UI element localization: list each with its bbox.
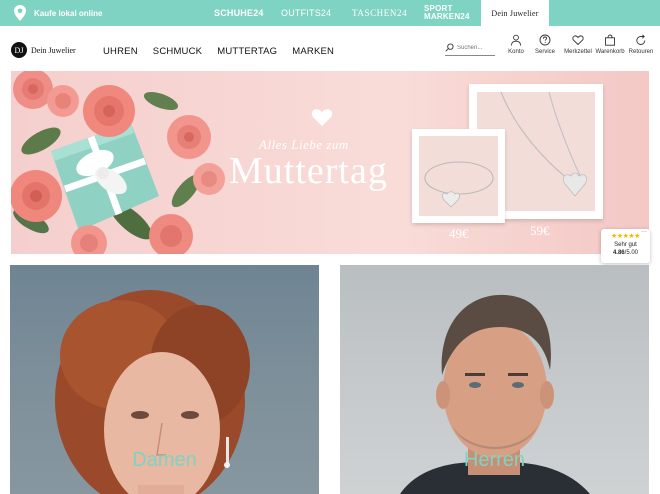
necklace-price: 59€ xyxy=(530,223,550,238)
brand-link-schuhe24[interactable]: SCHUHE24 xyxy=(214,0,264,26)
bracelet-frame-inner xyxy=(419,136,498,216)
top-brand-bar: Kaufe lokal online SCHUHE24 OUTFITS24 TA… xyxy=(0,0,660,26)
main-nav: UHREN SCHMUCK MUTTERTAG MARKEN xyxy=(103,46,334,57)
search-field[interactable] xyxy=(445,40,495,56)
brand-sport-line2: MARKEN24 xyxy=(424,12,470,21)
returns-label: Retouren xyxy=(628,49,654,55)
return-icon xyxy=(636,34,646,45)
brand-tab-dein-juwelier[interactable]: Dein Juwelier xyxy=(481,0,549,26)
roses-gift-illustration xyxy=(11,71,225,254)
account-button[interactable]: Konto xyxy=(501,34,531,55)
account-label: Konto xyxy=(508,49,524,55)
service-label: Service xyxy=(534,49,555,55)
hero-title: Muttertag xyxy=(229,150,388,192)
wishlist-label: Merkzettel xyxy=(564,49,592,55)
category-tile-damen[interactable]: Damen xyxy=(10,265,319,494)
search-input[interactable] xyxy=(457,44,493,51)
bag-icon xyxy=(605,34,615,46)
service-button[interactable]: Service xyxy=(530,34,560,55)
cart-label: Warenkorb xyxy=(595,49,625,55)
cart-button[interactable]: Warenkorb xyxy=(595,34,625,55)
brand-link-outfits24[interactable]: OUTFITS24 xyxy=(281,0,331,26)
brand-link-sportmarken24[interactable]: SPORT MARKEN24 xyxy=(424,0,470,26)
site-logo[interactable]: DJ Dein Juwelier xyxy=(11,42,76,58)
location-pin-icon xyxy=(14,5,26,21)
category-label-herren: Herren xyxy=(463,449,526,471)
returns-button[interactable]: Retouren xyxy=(626,34,656,55)
category-label-damen: Damen xyxy=(132,449,197,471)
nav-item-schmuck[interactable]: SCHMUCK xyxy=(153,46,202,57)
category-tile-herren[interactable]: Herren xyxy=(340,265,649,494)
heart-icon xyxy=(572,35,584,46)
rating-max: /5.00 xyxy=(624,250,639,256)
shop-local-label: Kaufe lokal online xyxy=(34,8,103,18)
main-header: DJ Dein Juwelier UHREN SCHMUCK MUTTERTAG… xyxy=(0,26,660,70)
rating-score: 4.86 xyxy=(612,250,625,256)
shop-local-link[interactable]: Kaufe lokal online xyxy=(14,4,102,22)
rating-grade: Sehr gut xyxy=(614,242,637,248)
wishlist-button[interactable]: Merkzettel xyxy=(563,34,593,55)
brand-link-taschen24[interactable]: TASCHEN24 xyxy=(352,0,407,26)
logo-text: Dein Juwelier xyxy=(31,45,76,55)
bracelet-price: 49€ xyxy=(449,226,469,241)
logo-mark: DJ xyxy=(11,42,27,58)
nav-item-uhren[interactable]: UHREN xyxy=(103,46,138,57)
user-icon xyxy=(511,34,521,46)
trusted-shops-rating-badge[interactable]: ··· ★★★★★ Sehr gut 4.86/5.00 xyxy=(601,229,650,263)
nav-item-muttertag[interactable]: MUTTERTAG xyxy=(217,46,277,57)
heart-icon xyxy=(311,109,333,126)
search-icon[interactable] xyxy=(445,43,454,52)
mothers-day-hero-banner[interactable]: Alles Liebe zum Muttertag 49€ 59€ xyxy=(11,71,649,254)
help-icon xyxy=(539,34,551,46)
heart-bracelet-image xyxy=(424,161,494,208)
rating-menu-icon[interactable]: ··· xyxy=(641,229,647,235)
nav-item-marken[interactable]: MARKEN xyxy=(292,46,334,57)
rating-score-line: 4.86/5.00 xyxy=(601,249,650,257)
bracelet-product-frame[interactable] xyxy=(412,129,505,223)
